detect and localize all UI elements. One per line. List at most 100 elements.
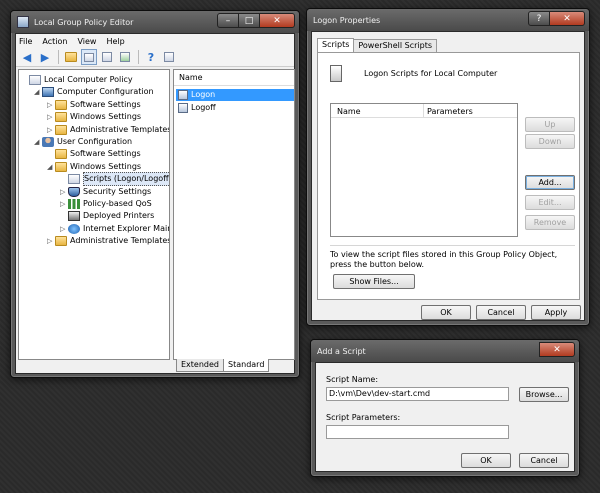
details-pane[interactable]: Name Logon Logoff	[173, 69, 295, 360]
close-button[interactable]: ✕	[259, 13, 295, 28]
expand-arrow-icon[interactable]: ◢	[34, 136, 42, 148]
tree-item[interactable]: ▷ Administrative Templates	[47, 124, 169, 136]
logon-titlebar[interactable]: Logon Properties ? ✕	[307, 9, 589, 31]
ok-button[interactable]: OK	[461, 453, 511, 468]
gpe-titlebar[interactable]: Local Group Policy Editor – □ ✕	[11, 11, 299, 33]
close-button[interactable]: ✕	[539, 342, 575, 357]
apply-button[interactable]: Apply	[531, 305, 581, 320]
toolbar-separator	[58, 50, 60, 64]
up-button[interactable]: Up	[525, 117, 575, 132]
show-hide-tree-icon[interactable]	[81, 49, 97, 65]
tab-scripts[interactable]: Scripts	[317, 38, 355, 52]
tree-item[interactable]: ▷ Internet Explorer Mainten	[60, 223, 169, 235]
browse-button[interactable]: Browse...	[519, 387, 569, 402]
filter-view-icon[interactable]	[161, 49, 177, 65]
maximize-button[interactable]: □	[238, 13, 260, 28]
toolbar: ◀ ▶ ?	[16, 48, 294, 67]
printer-icon	[68, 211, 80, 222]
script-name-input[interactable]: D:\vm\Dev\dev-start.cmd	[326, 387, 509, 401]
script-icon	[178, 90, 188, 100]
tree-item[interactable]: ◢ Windows Settings	[47, 161, 141, 173]
gpe-title: Local Group Policy Editor	[34, 17, 134, 27]
forward-arrow-icon[interactable]: ▶	[37, 49, 53, 65]
add-script-window: Add a Script ✕ Script Name: D:\vm\Dev\de…	[310, 339, 580, 477]
expand-arrow-icon[interactable]: ▷	[47, 235, 55, 247]
down-button[interactable]: Down	[525, 134, 575, 149]
show-files-button[interactable]: Show Files...	[333, 274, 415, 289]
up-folder-icon[interactable]	[63, 49, 79, 65]
ok-button[interactable]: OK	[421, 305, 471, 320]
user-icon	[42, 137, 54, 147]
logon-tabs: Scripts PowerShell Scripts	[317, 38, 437, 53]
shield-icon	[68, 186, 80, 197]
tree-item[interactable]: ▷ Software Settings	[47, 99, 141, 111]
toolbar-separator-2	[138, 50, 140, 64]
list-item-label: Logon	[191, 90, 216, 99]
tree-item[interactable]: ▷ Policy-based QoS	[60, 198, 152, 210]
tree-item[interactable]: ◢ Computer Configuration	[34, 86, 154, 98]
column-parameters[interactable]: Parameters	[427, 107, 473, 116]
script-parameters-input[interactable]	[326, 425, 509, 439]
cancel-button[interactable]: Cancel	[519, 453, 569, 468]
remove-button[interactable]: Remove	[525, 215, 575, 230]
export-list-icon[interactable]	[117, 49, 133, 65]
script-parameters-label: Script Parameters:	[326, 413, 401, 422]
tree-pane[interactable]: Local Computer Policy ◢ Computer Configura…	[18, 69, 170, 360]
close-button[interactable]: ✕	[549, 11, 585, 26]
add-script-title: Add a Script	[317, 346, 366, 356]
tree-item[interactable]: Scripts (Logon/Logoff)	[60, 172, 169, 187]
script-icon	[178, 103, 188, 113]
tree-item-label: Local Computer Policy	[44, 75, 133, 84]
logon-title: Logon Properties	[313, 15, 381, 25]
list-item-logoff[interactable]: Logoff	[176, 102, 220, 114]
help-icon[interactable]: ?	[143, 49, 159, 65]
tree-item[interactable]: Local Computer Policy	[21, 74, 133, 86]
tab-powershell-scripts[interactable]: PowerShell Scripts	[353, 39, 437, 52]
tree-item[interactable]: ◢ User Configuration	[34, 136, 132, 148]
tree-item[interactable]: Software Settings	[47, 148, 141, 160]
expand-arrow-icon[interactable]: ▷	[60, 198, 68, 210]
logon-client: Scripts PowerShell Scripts Logon Scripts…	[311, 31, 585, 321]
tab-standard[interactable]: Standard	[223, 359, 270, 372]
folder-icon	[55, 99, 67, 110]
menu-action[interactable]: Action	[42, 37, 67, 46]
folder-icon	[55, 236, 67, 247]
expand-arrow-icon[interactable]: ▷	[60, 186, 68, 198]
expand-arrow-icon[interactable]: ▷	[47, 124, 55, 136]
tree-item[interactable]: Deployed Printers	[60, 210, 154, 222]
tab-extended[interactable]: Extended	[176, 359, 224, 372]
tree-item[interactable]: ▷ Security Settings	[60, 186, 151, 198]
tree-item-label: Internet Explorer Mainten	[83, 223, 169, 233]
column-name[interactable]: Name	[337, 107, 361, 116]
expand-arrow-icon[interactable]: ▷	[47, 111, 55, 123]
expand-arrow-icon[interactable]: ◢	[34, 86, 42, 98]
list-item-logon[interactable]: Logon	[176, 89, 294, 101]
expand-arrow-icon[interactable]: ▷	[60, 223, 68, 235]
add-button[interactable]: Add...	[525, 175, 575, 190]
folder-icon	[55, 161, 67, 172]
scripts-panel: Logon Scripts for Local Computer Name Pa…	[317, 52, 580, 300]
properties-icon[interactable]	[99, 49, 115, 65]
edit-button[interactable]: Edit...	[525, 195, 575, 210]
menu-view[interactable]: View	[77, 37, 96, 46]
menu-help[interactable]: Help	[106, 37, 124, 46]
script-document-icon	[330, 65, 342, 82]
back-arrow-icon[interactable]: ◀	[19, 49, 35, 65]
column-header-name[interactable]: Name	[174, 70, 294, 86]
tree-item[interactable]: ▷ Administrative Templates	[47, 235, 169, 247]
scripts-listview[interactable]: Name Parameters	[330, 103, 518, 237]
cancel-button[interactable]: Cancel	[476, 305, 526, 320]
tree-item-label: Scripts (Logon/Logoff)	[83, 172, 169, 187]
tree-item[interactable]: ▷ Windows Settings	[47, 111, 141, 123]
expand-arrow-icon[interactable]: ◢	[47, 161, 55, 173]
scripts-heading: Logon Scripts for Local Computer	[364, 69, 498, 78]
menu-file[interactable]: File	[19, 37, 32, 46]
add-script-titlebar[interactable]: Add a Script ✕	[311, 340, 579, 362]
folder-icon	[55, 149, 67, 160]
help-button[interactable]: ?	[528, 11, 550, 26]
ie-icon	[68, 223, 80, 234]
tree-item-label: Security Settings	[83, 186, 152, 196]
script-name-label: Script Name:	[326, 375, 379, 384]
minimize-button[interactable]: –	[217, 13, 239, 28]
expand-arrow-icon[interactable]: ▷	[47, 99, 55, 111]
